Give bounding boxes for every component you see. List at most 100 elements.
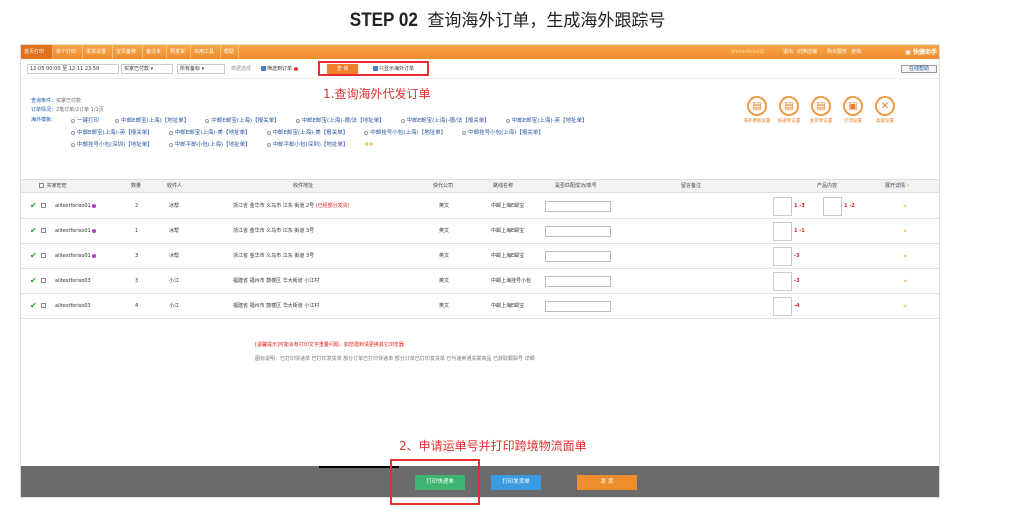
- product-thumbnail[interactable]: [823, 197, 842, 216]
- settings-shortcut-label: 海外模板设置: [743, 119, 771, 124]
- buy-service-link[interactable]: 购买服务: [827, 45, 847, 59]
- product-thumbnail[interactable]: [773, 272, 792, 291]
- template-option[interactable]: 中邮E邮宝(上海)【报关单】: [205, 118, 287, 124]
- data-hint: 数据选择: [231, 66, 252, 72]
- expand-icon[interactable]: »: [903, 244, 907, 268]
- row-checkbox[interactable]: [41, 194, 47, 218]
- username: dlixiaofoixi02: [731, 49, 765, 55]
- template-option[interactable]: 中邮E邮宝(上海)-英【报关单】: [71, 130, 161, 136]
- template-option[interactable]: 中邮挂号小包(上海)【报关单】: [462, 130, 552, 136]
- settings-shortcut[interactable]: ▤ 发货单设置: [805, 96, 837, 124]
- ship-button[interactable]: 发 货: [577, 475, 637, 490]
- switch-shop-link[interactable]: 切换店铺: [797, 45, 817, 59]
- row-checkbox[interactable]: [41, 269, 47, 293]
- checkbox-icon: [41, 303, 46, 308]
- header-expand: 展开详情 »: [885, 183, 910, 189]
- template-option[interactable]: 中邮E邮宝(上海)-德/法【地址单】: [295, 118, 393, 124]
- settings-shortcut-label: 高级设置: [876, 119, 894, 124]
- template-option[interactable]: 中邮E邮宝(上海)-美【报关单】: [266, 130, 357, 136]
- address: 浙江省 金华市 义乌市 江东 街道 3号: [233, 253, 315, 259]
- address: 浙江省 金华市 义乌市 江东 街道 3号: [233, 228, 315, 234]
- logout-link[interactable]: 退出: [783, 45, 793, 59]
- table-row[interactable]: ✔ alitestforiso01 2 冰帮 浙江省 金华市 义乌市 江东 街道 2号…: [21, 194, 939, 219]
- tracking-number-input[interactable]: [545, 276, 611, 287]
- tracking-number-input[interactable]: [545, 301, 611, 312]
- product-thumbnail[interactable]: [773, 297, 792, 316]
- tracking-number-input[interactable]: [545, 251, 611, 262]
- template-option[interactable]: 中邮平邮小包(上海)【地址单】: [168, 142, 259, 148]
- header-buyer[interactable]: 买家旺旺: [39, 180, 67, 193]
- settings-shortcut[interactable]: ▤ 快递单设置: [773, 96, 805, 124]
- checkbox-icon: [261, 66, 266, 71]
- template-option[interactable]: 中邮挂号小包(深圳)【地址单】: [71, 142, 161, 148]
- tab-pre-ship[interactable]: 预发货: [167, 45, 191, 59]
- template-option[interactable]: 中邮平邮小包(深圳)【地址单】: [266, 142, 357, 148]
- template-option[interactable]: 一键打印: [71, 118, 107, 124]
- header-recipient: 收件人: [167, 183, 183, 189]
- tab-single-print[interactable]: 单个打印: [53, 45, 83, 59]
- template-option[interactable]: 中邮E邮宝(上海)-美【地址单】: [168, 130, 259, 136]
- template-row-1: 一键打印 中邮E邮宝(上海)【地址单】 中邮E邮宝(上海)【报关单】 中邮E邮宝(上海…: [71, 116, 604, 124]
- template-option[interactable]: 中邮E邮宝(上海)-英【地址单】: [505, 118, 596, 124]
- tab-tools[interactable]: 实用工具: [191, 45, 221, 59]
- quantity: 3: [135, 278, 139, 284]
- settings-shortcut-label: 打印设置: [844, 119, 862, 124]
- tab-help[interactable]: 帮助: [221, 45, 239, 59]
- recipient: 冰帮: [169, 228, 180, 234]
- status-dot-icon: [92, 203, 97, 208]
- product-qty: 1 -2: [844, 203, 855, 209]
- header-address: 收件地址: [293, 183, 314, 189]
- date-range-field[interactable]: 12-05 00:00 至 12-11 23:59: [27, 64, 119, 74]
- quantity: 4: [135, 303, 139, 309]
- table-row[interactable]: ✔ alitestforiso03 3 小江 福建省 福州市 鼓楼区 华大街道 小江村 …: [21, 269, 939, 294]
- online-help-button[interactable]: 在线帮助: [901, 65, 937, 73]
- route: 中邮上海E邮宝: [491, 228, 525, 234]
- checkbox-icon: [41, 203, 46, 208]
- info-panel: 查询条件：买家已付款 订单情况：2笔订单/2订单 1/1页 海外模板： 一键打印…: [21, 78, 939, 170]
- tab-item-alias[interactable]: 宝贝备称: [113, 45, 143, 59]
- product-qty: -3: [794, 253, 800, 259]
- filter-checkbox[interactable]: 筛选到订单: [261, 61, 298, 77]
- tracking-number-input[interactable]: [545, 226, 611, 237]
- recipient: 冰帮: [169, 253, 180, 259]
- tracking-number-input[interactable]: [545, 201, 611, 212]
- template-row-3: 中邮挂号小包(深圳)【地址单】 中邮平邮小包(上海)【地址单】 中邮平邮小包(深圳)…: [71, 140, 382, 148]
- product-thumbnail[interactable]: [773, 197, 792, 216]
- checkbox-icon: [41, 278, 46, 283]
- product-qty: -3: [794, 278, 800, 284]
- table-row[interactable]: ✔ alitestforiso01 3 冰帮 浙江省 金华市 义乌市 江东 街道 3号…: [21, 244, 939, 269]
- action-bar: 打印快递单 打印发货单 发 货: [21, 466, 939, 497]
- template-option[interactable]: 中邮挂号小包(上海)【地址单】: [364, 130, 454, 136]
- expand-icon[interactable]: »: [903, 194, 907, 218]
- template-option[interactable]: 中邮E邮宝(上海)【地址单】: [115, 118, 197, 124]
- tab-ship-settings[interactable]: 发货设置: [83, 45, 113, 59]
- print-delivery-button[interactable]: 打印发货单: [491, 475, 541, 490]
- settings-shortcut[interactable]: ✕ 高级设置: [869, 96, 901, 124]
- product-thumbnail[interactable]: [773, 247, 792, 266]
- check-icon: ✔: [30, 251, 37, 260]
- header-note: 留言备注: [681, 183, 702, 189]
- top-navbar: 首页打印 单个打印 发货设置 宝贝备称 备注本 预发货 实用工具 帮助 dlix…: [21, 45, 939, 60]
- consult-link[interactable]: 咨询: [851, 45, 861, 59]
- table-row[interactable]: ✔ alitestforiso03 4 小江 福建省 福州市 鼓楼区 华大街道 小江村 …: [21, 294, 939, 319]
- row-checkbox[interactable]: [41, 219, 47, 243]
- row-checkbox[interactable]: [41, 294, 47, 318]
- settings-shortcut[interactable]: ▣ 打印设置: [837, 96, 869, 124]
- settings-shortcut[interactable]: ▤ 海外模板设置: [741, 96, 773, 124]
- tab-memo[interactable]: 备注本: [143, 45, 167, 59]
- checkbox-icon: [41, 228, 46, 233]
- recipient: 冰帮: [169, 203, 180, 209]
- order-status-select[interactable]: 买家已付款 ▾: [121, 64, 173, 74]
- tab-home-print[interactable]: 首页打印: [21, 45, 53, 59]
- flag-select[interactable]: 所有备标 ▾: [177, 64, 225, 74]
- checkbox-icon: [39, 183, 44, 188]
- product-qty: 1 -1: [794, 228, 805, 234]
- product-thumbnail[interactable]: [773, 222, 792, 241]
- table-row[interactable]: ✔ alitestforiso01 1 冰帮 浙江省 金华市 义乌市 江东 街道 3号…: [21, 219, 939, 244]
- expand-icon[interactable]: »: [903, 269, 907, 293]
- row-checkbox[interactable]: [41, 244, 47, 268]
- expand-icon[interactable]: »: [903, 294, 907, 318]
- quick-help-button[interactable]: ▣ 快捷助手: [905, 46, 937, 60]
- template-option[interactable]: 中邮E邮宝(上海)-德/法【报关单】: [400, 118, 498, 124]
- expand-icon[interactable]: »: [903, 219, 907, 243]
